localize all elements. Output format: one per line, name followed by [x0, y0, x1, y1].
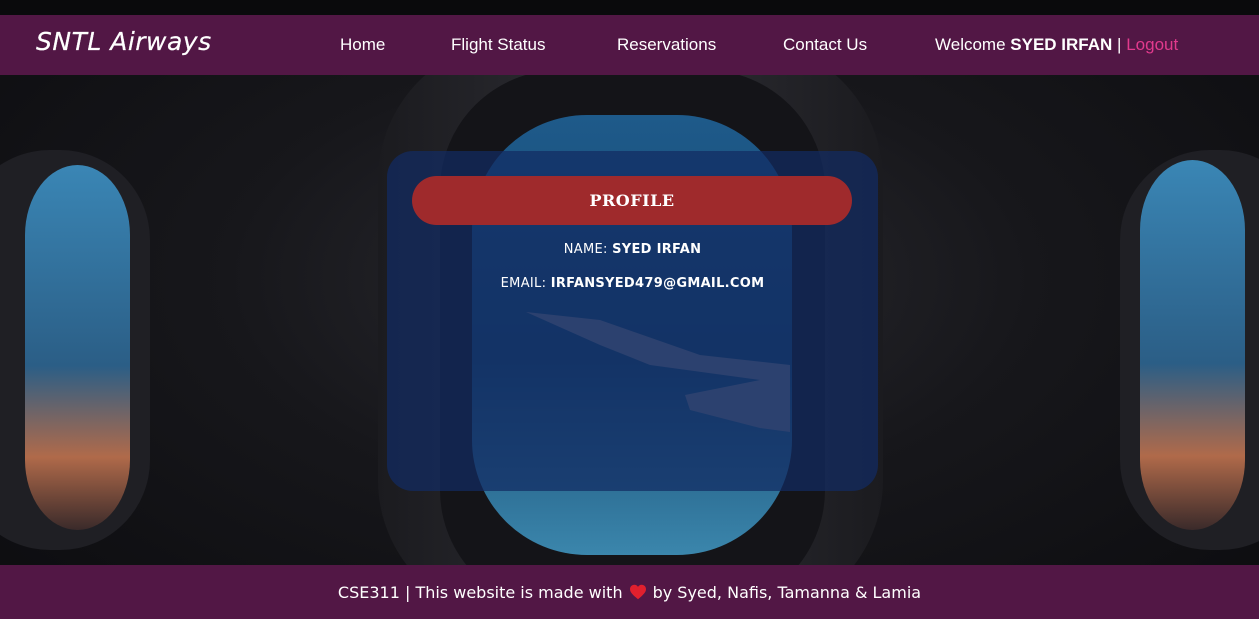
footer-text-after: by Syed, Nafis, Tamanna & Lamia: [652, 582, 922, 602]
nav-contact-us-link[interactable]: Contact Us: [783, 35, 867, 55]
nav-separator: |: [1117, 35, 1122, 54]
profile-button[interactable]: PROFILE: [412, 176, 852, 225]
nav-flight-status-link[interactable]: Flight Status: [451, 35, 546, 55]
name-value: SYED IRFAN: [612, 242, 702, 257]
brand-logo[interactable]: SNTL Airways: [36, 27, 212, 56]
name-label: NAME:: [563, 242, 608, 257]
heart-icon: [629, 584, 646, 600]
profile-name-row: NAME: SYED IRFAN: [387, 242, 878, 257]
top-strip: [0, 0, 1259, 15]
email-label: EMAIL:: [500, 276, 547, 291]
welcome-text: Welcome SYED IRFAN | Logout: [935, 35, 1178, 55]
nav-reservations-link[interactable]: Reservations: [617, 35, 716, 55]
nav-home-link[interactable]: Home: [340, 35, 385, 55]
profile-card: PROFILE NAME: SYED IRFAN EMAIL: IRFANSYE…: [387, 151, 878, 491]
user-name: SYED IRFAN: [1010, 35, 1113, 54]
profile-email-row: EMAIL: IRFANSYED479@GMAIL.COM: [387, 276, 878, 291]
footer: CSE311 | This website is made with by Sy…: [0, 565, 1259, 619]
footer-text-before: CSE311 | This website is made with: [337, 582, 623, 602]
logout-link[interactable]: Logout: [1126, 35, 1178, 54]
welcome-prefix: Welcome: [935, 35, 1006, 54]
navbar: SNTL Airways Home Flight Status Reservat…: [0, 15, 1259, 75]
email-value: IRFANSYED479@GMAIL.COM: [550, 276, 765, 291]
